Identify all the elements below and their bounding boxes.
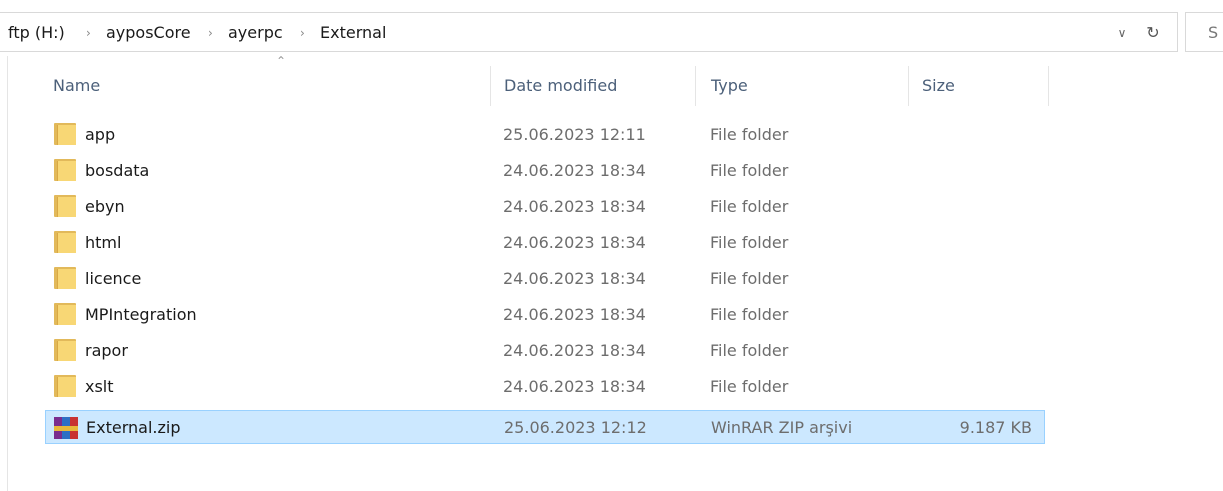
file-type: WinRAR ZIP arşivi bbox=[711, 418, 853, 437]
file-date: 25.06.2023 12:12 bbox=[504, 418, 647, 437]
folder-icon bbox=[53, 339, 77, 363]
navigation-pane-edge bbox=[0, 56, 8, 491]
file-row-selected[interactable]: External.zip 25.06.2023 12:12 WinRAR ZIP… bbox=[45, 410, 1045, 444]
breadcrumb-separator-icon[interactable]: › bbox=[86, 19, 91, 47]
file-type: File folder bbox=[710, 377, 789, 396]
column-divider[interactable] bbox=[490, 66, 491, 106]
file-name: ebyn bbox=[85, 197, 125, 216]
column-header-date[interactable]: Date modified bbox=[504, 62, 617, 110]
file-type: File folder bbox=[710, 305, 789, 324]
file-size: 9.187 KB bbox=[959, 418, 1032, 437]
breadcrumb-separator-icon[interactable]: › bbox=[208, 19, 213, 47]
file-name: xslt bbox=[85, 377, 114, 396]
folder-icon bbox=[53, 375, 77, 399]
folder-icon bbox=[53, 159, 77, 183]
file-row[interactable]: xslt 24.06.2023 18:34 File folder bbox=[45, 370, 1045, 404]
search-placeholder: S bbox=[1208, 23, 1219, 42]
file-type: File folder bbox=[710, 341, 789, 360]
file-type: File folder bbox=[710, 125, 789, 144]
file-name: licence bbox=[85, 269, 142, 288]
file-date: 24.06.2023 18:34 bbox=[503, 341, 646, 360]
column-header-type[interactable]: Type bbox=[711, 62, 748, 110]
refresh-icon[interactable]: ↻ bbox=[1140, 21, 1166, 45]
breadcrumb-item-drive[interactable]: ftp (H:) bbox=[8, 19, 65, 47]
file-date: 24.06.2023 18:34 bbox=[503, 305, 646, 324]
search-input[interactable]: S bbox=[1185, 12, 1223, 52]
address-field[interactable]: ftp (H:) › ayposCore › ayerpc › External… bbox=[0, 12, 1178, 52]
file-date: 24.06.2023 18:34 bbox=[503, 161, 646, 180]
file-type: File folder bbox=[710, 161, 789, 180]
file-row[interactable]: rapor 24.06.2023 18:34 File folder bbox=[45, 334, 1045, 368]
breadcrumb-item-external[interactable]: External bbox=[320, 19, 386, 47]
column-divider[interactable] bbox=[908, 66, 909, 106]
file-row[interactable]: ebyn 24.06.2023 18:34 File folder bbox=[45, 190, 1045, 224]
column-divider[interactable] bbox=[1048, 66, 1049, 106]
file-name: MPIntegration bbox=[85, 305, 197, 324]
breadcrumb-item-ayerpc[interactable]: ayerpc bbox=[228, 19, 283, 47]
file-type: File folder bbox=[710, 197, 789, 216]
column-header-size[interactable]: Size bbox=[922, 62, 955, 110]
folder-icon bbox=[53, 231, 77, 255]
column-divider[interactable] bbox=[695, 66, 696, 106]
breadcrumb-item-ayposcore[interactable]: ayposCore bbox=[106, 19, 191, 47]
column-headers: ⌃ Name Date modified Type Size bbox=[0, 54, 1223, 112]
chevron-down-icon[interactable]: ∨ bbox=[1112, 23, 1132, 43]
file-name: app bbox=[85, 125, 116, 144]
folder-icon bbox=[53, 267, 77, 291]
folder-icon bbox=[53, 303, 77, 327]
folder-icon bbox=[53, 123, 77, 147]
file-row[interactable]: bosdata 24.06.2023 18:34 File folder bbox=[45, 154, 1045, 188]
file-name: External.zip bbox=[86, 418, 181, 437]
file-row[interactable]: MPIntegration 24.06.2023 18:34 File fold… bbox=[45, 298, 1045, 332]
breadcrumb-separator-icon[interactable]: › bbox=[300, 19, 305, 47]
sort-ascending-icon: ⌃ bbox=[276, 54, 287, 68]
winrar-archive-icon bbox=[54, 416, 78, 440]
column-header-name[interactable]: Name bbox=[53, 62, 100, 110]
file-name: rapor bbox=[85, 341, 128, 360]
file-date: 24.06.2023 18:34 bbox=[503, 233, 646, 252]
file-date: 25.06.2023 12:11 bbox=[503, 125, 646, 144]
file-row[interactable]: app 25.06.2023 12:11 File folder bbox=[45, 118, 1045, 152]
file-date: 24.06.2023 18:34 bbox=[503, 377, 646, 396]
file-date: 24.06.2023 18:34 bbox=[503, 197, 646, 216]
file-date: 24.06.2023 18:34 bbox=[503, 269, 646, 288]
file-type: File folder bbox=[710, 269, 789, 288]
address-bar: ftp (H:) › ayposCore › ayerpc › External… bbox=[0, 12, 1223, 54]
file-type: File folder bbox=[710, 233, 789, 252]
file-name: bosdata bbox=[85, 161, 150, 180]
folder-icon bbox=[53, 195, 77, 219]
file-row[interactable]: licence 24.06.2023 18:34 File folder bbox=[45, 262, 1045, 296]
file-row[interactable]: html 24.06.2023 18:34 File folder bbox=[45, 226, 1045, 260]
file-name: html bbox=[85, 233, 122, 252]
